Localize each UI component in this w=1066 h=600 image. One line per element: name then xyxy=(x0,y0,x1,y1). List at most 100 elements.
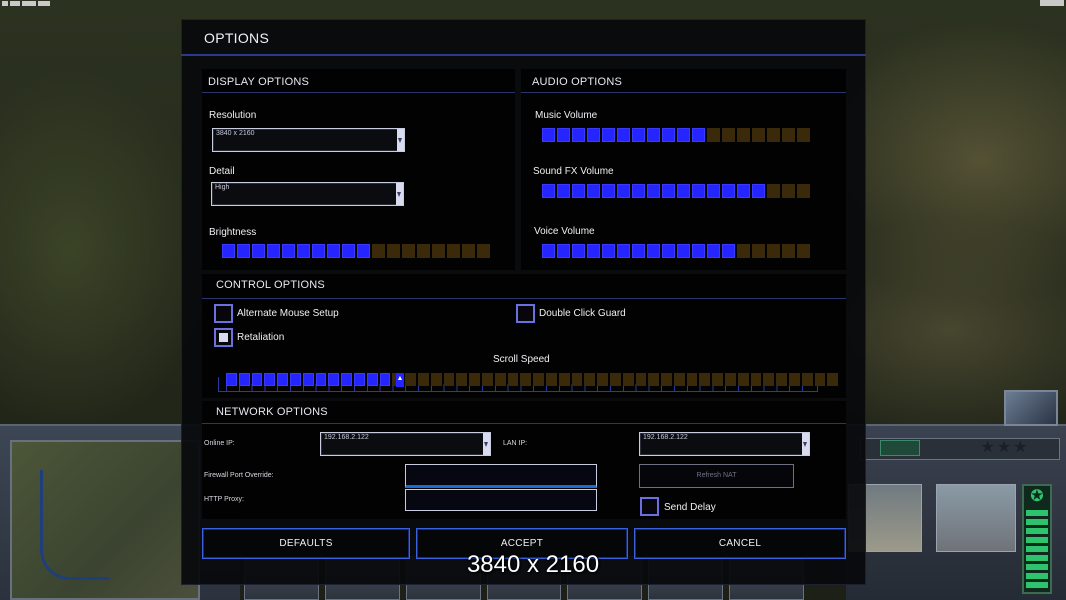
slider-segment[interactable] xyxy=(417,373,429,386)
slider-segment[interactable] xyxy=(302,373,314,386)
slider-segment[interactable] xyxy=(752,128,765,142)
slider-segment[interactable] xyxy=(507,373,519,386)
refresh-nat-button[interactable]: Refresh NAT xyxy=(639,464,794,488)
slider-segment[interactable] xyxy=(379,373,391,386)
slider-segment[interactable] xyxy=(405,373,416,386)
slider-segment[interactable] xyxy=(456,373,468,386)
retaliation-checkbox[interactable] xyxy=(214,328,233,347)
slider-segment[interactable] xyxy=(767,184,780,198)
music-volume-slider[interactable] xyxy=(542,128,810,142)
slider-segment[interactable] xyxy=(763,373,775,386)
slider-segment[interactable] xyxy=(789,373,800,386)
lan-ip-dropdown[interactable]: 192.168.2.122 xyxy=(639,432,810,456)
slider-segment[interactable] xyxy=(707,128,720,142)
slider-segment[interactable] xyxy=(542,184,555,198)
slider-segment[interactable] xyxy=(635,373,647,386)
slider-segment[interactable] xyxy=(647,184,660,198)
slider-segment[interactable] xyxy=(617,184,630,198)
slider-segment[interactable] xyxy=(277,373,288,386)
slider-segment[interactable] xyxy=(632,128,645,142)
slider-segment[interactable] xyxy=(327,244,340,258)
slider-segment[interactable] xyxy=(632,184,645,198)
slider-segment[interactable] xyxy=(752,184,765,198)
slider-segment[interactable] xyxy=(767,244,780,258)
slider-segment[interactable] xyxy=(341,373,352,386)
slider-segment[interactable] xyxy=(699,373,711,386)
slider-segment[interactable] xyxy=(402,244,415,258)
slider-segment[interactable] xyxy=(366,373,378,386)
slider-segment[interactable] xyxy=(572,184,585,198)
slider-segment[interactable] xyxy=(782,184,795,198)
slider-segment[interactable] xyxy=(584,373,596,386)
alternate-mouse-checkbox[interactable] xyxy=(214,304,233,323)
chevron-down-icon[interactable] xyxy=(483,433,490,455)
slider-segment[interactable] xyxy=(520,373,532,386)
unit-thumbnail[interactable] xyxy=(936,484,1016,552)
slider-segment[interactable] xyxy=(648,373,660,386)
slider-segment[interactable] xyxy=(797,184,810,198)
slider-segment[interactable] xyxy=(797,244,810,258)
slider-segment[interactable] xyxy=(677,244,690,258)
slider-segment[interactable] xyxy=(447,244,460,258)
slider-segment[interactable] xyxy=(328,373,340,386)
slider-segment[interactable] xyxy=(692,184,705,198)
slider-segment[interactable] xyxy=(602,244,615,258)
slider-segment[interactable] xyxy=(722,128,735,142)
slider-segment[interactable] xyxy=(782,128,795,142)
slider-segment[interactable] xyxy=(632,244,645,258)
slider-segment[interactable] xyxy=(557,184,570,198)
chevron-down-icon[interactable] xyxy=(802,433,809,455)
resolution-dropdown[interactable]: 3840 x 2160 xyxy=(212,128,405,152)
slider-segment[interactable] xyxy=(722,184,735,198)
firewall-port-input[interactable] xyxy=(405,464,597,488)
unit-portrait[interactable] xyxy=(1004,390,1058,426)
slider-segment[interactable] xyxy=(737,244,750,258)
slider-segment[interactable] xyxy=(677,128,690,142)
detail-dropdown[interactable]: High xyxy=(211,182,404,206)
slider-segment[interactable] xyxy=(572,244,585,258)
slider-segment[interactable] xyxy=(267,244,280,258)
slider-segment[interactable] xyxy=(572,128,585,142)
slider-segment[interactable] xyxy=(725,373,736,386)
slider-segment[interactable] xyxy=(797,128,810,142)
slider-segment[interactable] xyxy=(602,184,615,198)
slider-segment[interactable] xyxy=(315,373,327,386)
slider-segment[interactable] xyxy=(737,373,749,386)
slider-segment[interactable] xyxy=(353,373,365,386)
sound-fx-volume-slider[interactable] xyxy=(542,184,810,198)
slider-segment[interactable] xyxy=(587,128,600,142)
slider-segment[interactable] xyxy=(222,244,235,258)
hud-arrow-button[interactable] xyxy=(880,440,920,456)
slider-segment[interactable] xyxy=(417,244,430,258)
slider-segment[interactable] xyxy=(251,373,263,386)
slider-segment[interactable] xyxy=(692,128,705,142)
slider-segment[interactable] xyxy=(226,373,237,386)
slider-segment[interactable] xyxy=(737,128,750,142)
slider-segment[interactable] xyxy=(707,184,720,198)
slider-segment[interactable] xyxy=(289,373,301,386)
slider-segment[interactable] xyxy=(571,373,583,386)
slider-segment[interactable] xyxy=(767,128,780,142)
slider-segment[interactable] xyxy=(776,373,788,386)
slider-segment[interactable] xyxy=(750,373,762,386)
slider-segment[interactable] xyxy=(686,373,698,386)
slider-segment[interactable] xyxy=(617,128,630,142)
slider-segment[interactable] xyxy=(237,244,250,258)
slider-segment[interactable] xyxy=(692,244,705,258)
chevron-down-icon[interactable] xyxy=(396,183,403,205)
slider-segment[interactable] xyxy=(264,373,276,386)
brightness-slider[interactable] xyxy=(222,244,490,258)
slider-segment[interactable] xyxy=(662,184,675,198)
slider-segment[interactable] xyxy=(387,244,400,258)
slider-segment[interactable] xyxy=(238,373,250,386)
slider-segment[interactable] xyxy=(372,244,385,258)
slider-segment[interactable] xyxy=(282,244,295,258)
slider-segment[interactable] xyxy=(617,244,630,258)
slider-segment[interactable] xyxy=(357,244,370,258)
slider-segment[interactable] xyxy=(662,244,675,258)
slider-segment[interactable] xyxy=(597,373,608,386)
double-click-guard-checkbox[interactable] xyxy=(516,304,535,323)
scroll-speed-slider[interactable] xyxy=(226,373,839,387)
slider-segment[interactable] xyxy=(712,373,724,386)
slider-segment[interactable] xyxy=(557,128,570,142)
